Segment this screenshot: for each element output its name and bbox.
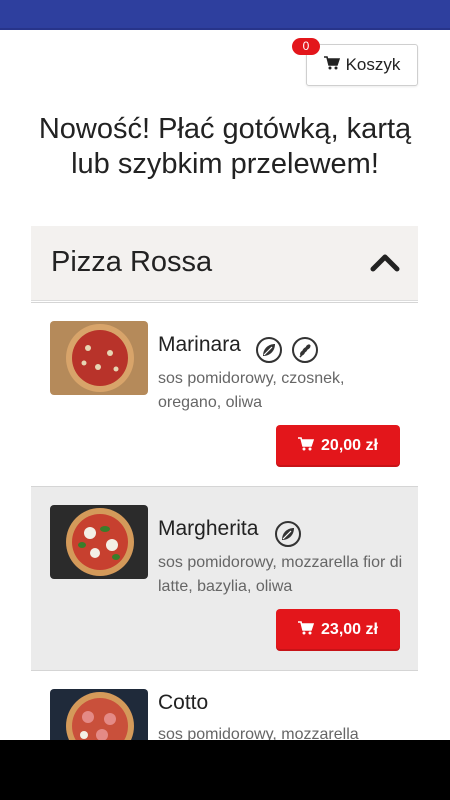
cart-icon [323, 55, 340, 75]
system-navigation-bar [0, 740, 450, 800]
item-name: Margherita [158, 517, 259, 540]
cart-icon [298, 436, 315, 456]
category-title: Pizza Rossa [51, 246, 213, 278]
promo-heading: Nowość! Płać gotówką, kartą lub szybkim … [38, 113, 412, 180]
add-to-cart-button[interactable]: 23,00 zł [276, 609, 400, 651]
menu-item-marinara[interactable]: Marinara sos pomidorowy, czosnek, oregan… [31, 302, 418, 486]
cart-count-badge: 0 [292, 38, 320, 55]
cart-icon [298, 620, 315, 640]
item-description: sos pomidorowy, czosnek, oregano, oliwa [158, 370, 345, 411]
item-name: Marinara [158, 333, 241, 356]
item-description: sos pomidorowy, mozzarella [158, 726, 359, 740]
vegan-leaf-icon [275, 521, 301, 547]
cart-label: Koszyk [345, 55, 401, 74]
item-name: Cotto [158, 691, 209, 714]
vegetarian-wheat-icon [292, 337, 318, 363]
category-header-pizza-rossa[interactable]: Pizza Rossa [31, 226, 418, 301]
marinara-image [50, 321, 148, 395]
cart-button[interactable]: Koszyk [306, 44, 418, 86]
cotto-image [50, 689, 148, 740]
vegan-leaf-icon [256, 337, 282, 363]
add-to-cart-button[interactable]: 20,00 zł [276, 425, 400, 467]
chevron-up-icon[interactable] [370, 250, 400, 274]
price-label: 20,00 zł [321, 437, 378, 454]
menu-item-margherita[interactable]: Margherita sos pomidorowy, mozzarella fi… [31, 486, 418, 670]
margherita-image [50, 505, 148, 579]
price-label: 23,00 zł [321, 621, 378, 638]
item-description: sos pomidorowy, mozzarella fior di latte… [158, 554, 403, 595]
top-app-bar [0, 0, 450, 30]
menu-item-cotto[interactable]: Cotto sos pomidorowy, mozzarella [31, 670, 418, 740]
